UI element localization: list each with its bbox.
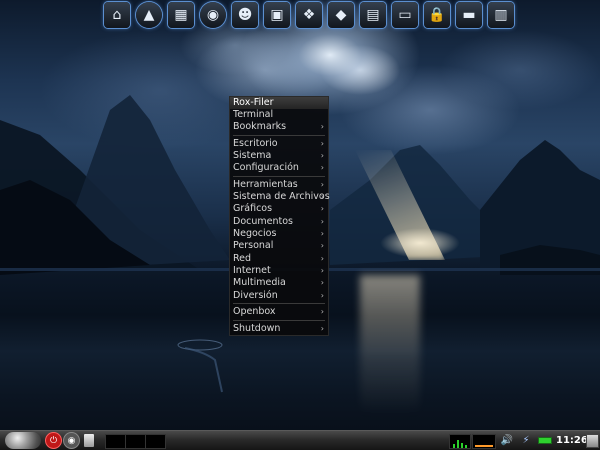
menu-item-label: Herramientas <box>233 178 298 190</box>
desktop-pager-3[interactable] <box>145 434 166 449</box>
cpu-monitor <box>449 434 471 449</box>
clock[interactable]: 11:26 <box>556 433 588 448</box>
menu-item-escritorio[interactable]: Escritorio › <box>230 138 328 150</box>
submenu-arrow-icon: › <box>320 253 324 263</box>
menu-item-label: Red <box>233 252 252 264</box>
network-status-icon[interactable]: ⚡ <box>518 434 534 447</box>
package-manager-icon[interactable]: ❖ <box>296 2 322 28</box>
menu-item-label: Diversión <box>233 289 278 301</box>
top-dock: ⌂ ▲ ▦ ◉ ☻ ▣ ❖ ◆ ▤ ▭ 🔒 ▬ ▥ <box>104 2 514 28</box>
menu-separator <box>233 303 325 305</box>
menu-item-label: Bookmarks <box>233 121 287 133</box>
power-icon: ⏻ <box>49 435 58 446</box>
submenu-arrow-icon: › <box>320 278 324 288</box>
submenu-arrow-icon: › <box>320 122 324 132</box>
menu-item-bookmarks[interactable]: Bookmarks › <box>230 121 328 133</box>
menu-item-documentos[interactable]: Documentos › <box>230 216 328 228</box>
menu-item-configuraci-n[interactable]: Configuración › <box>230 162 328 174</box>
menu-item-sistema-de-archivos[interactable]: Sistema de Archivos › <box>230 191 330 203</box>
volume-icon[interactable]: 🔊 <box>500 434 514 447</box>
submenu-arrow-icon: › <box>320 265 324 275</box>
menu-item-label: Sistema <box>233 150 272 162</box>
menu-item-herramientas[interactable]: Herramientas › <box>230 179 328 191</box>
menu-item-label: Gráficos <box>233 203 273 215</box>
menu-item-diversi-n[interactable]: Diversión › <box>230 290 328 302</box>
submenu-arrow-icon: › <box>320 216 324 226</box>
menu-item-label: Documentos <box>233 215 293 227</box>
openbox-root-menu: Rox-Filer Terminal Bookmarks › Escritorio › S… <box>229 96 330 336</box>
camera-icon: ◉ <box>67 435 76 446</box>
trash-icon[interactable]: ▥ <box>488 2 514 28</box>
submenu-arrow-icon: › <box>320 204 324 214</box>
menu-item-sistema[interactable]: Sistema › <box>230 150 328 162</box>
battery-icon[interactable] <box>538 437 552 444</box>
menu-item-label: Terminal <box>233 109 274 120</box>
image-viewer-icon[interactable]: ◆ <box>328 2 354 28</box>
menu-item-multimedia[interactable]: Multimedia › <box>230 277 328 289</box>
submenu-arrow-icon: › <box>320 290 324 300</box>
video-clapper-icon[interactable]: ▣ <box>264 2 290 28</box>
submenu-arrow-icon: › <box>320 151 324 161</box>
submenu-arrow-icon: › <box>320 323 324 333</box>
arch-logo-icon[interactable]: ▲ <box>136 2 162 28</box>
desktop[interactable]: ⌂ ▲ ▦ ◉ ☻ ▣ ❖ ◆ ▤ ▭ 🔒 ▬ ▥ Rox-Filer Terminal Bookmark… <box>0 0 600 450</box>
calculator-icon[interactable]: ▦ <box>168 2 194 28</box>
menu-title: Rox-Filer <box>230 97 328 109</box>
menu-item-label: Sistema de Archivos <box>233 191 330 203</box>
menu-item-label: Personal <box>233 240 274 252</box>
submenu-arrow-icon: › <box>320 163 324 173</box>
menu-item-negocios[interactable]: Negocios › <box>230 228 328 240</box>
menu-item-label: Multimedia <box>233 277 286 289</box>
file-manager-launcher-icon[interactable] <box>84 434 94 447</box>
menu-item-label: Internet <box>233 264 271 276</box>
users-icon[interactable]: ☻ <box>232 2 258 28</box>
task-list[interactable] <box>166 434 446 447</box>
light-glow <box>380 228 460 258</box>
power-button[interactable]: ⏻ <box>46 433 61 448</box>
menu-item-personal[interactable]: Personal › <box>230 240 328 252</box>
terminal-icon[interactable]: ▭ <box>392 2 418 28</box>
network-monitor <box>472 434 496 449</box>
menu-item-openbox[interactable]: Openbox › <box>230 306 328 318</box>
lock-icon[interactable]: 🔒 <box>424 2 450 28</box>
menu-separator <box>233 135 325 137</box>
menu-item-shutdown[interactable]: Shutdown › <box>230 323 328 335</box>
home-icon[interactable]: ⌂ <box>104 2 130 28</box>
bottom-panel: ⏻ ◉ 🔊 ⚡ 11:26 <box>0 430 600 450</box>
submenu-arrow-icon: › <box>320 229 324 239</box>
text-editor-icon[interactable]: ▤ <box>360 2 386 28</box>
desktop-pager-1[interactable] <box>105 434 126 449</box>
start-menu-button[interactable] <box>5 432 41 449</box>
menu-item-label: Configuración <box>233 162 299 174</box>
show-desktop-button[interactable] <box>586 434 599 448</box>
menu-item-label: Escritorio <box>233 137 278 149</box>
menu-item-internet[interactable]: Internet › <box>230 265 328 277</box>
screenshot-button[interactable]: ◉ <box>64 433 79 448</box>
menu-item-terminal[interactable]: Terminal <box>230 109 328 121</box>
water-reflection <box>360 275 420 415</box>
menu-item-label: Negocios <box>233 228 277 240</box>
submenu-arrow-icon: › <box>320 179 324 189</box>
submenu-arrow-icon: › <box>320 138 324 148</box>
menu-separator <box>233 319 325 321</box>
submenu-arrow-icon: › <box>320 192 324 202</box>
menu-item-red[interactable]: Red › <box>230 253 328 265</box>
submenu-arrow-icon: › <box>320 307 324 317</box>
menu-item-gr-ficos[interactable]: Gráficos › <box>230 203 328 215</box>
menu-item-label: Shutdown <box>233 322 281 334</box>
submenu-arrow-icon: › <box>320 241 324 251</box>
disk-drive-icon[interactable]: ▬ <box>456 2 482 28</box>
desktop-pager-2[interactable] <box>125 434 146 449</box>
menu-separator <box>233 176 325 178</box>
menu-item-label: Openbox <box>233 306 276 318</box>
browser-globe-icon[interactable]: ◉ <box>200 2 226 28</box>
